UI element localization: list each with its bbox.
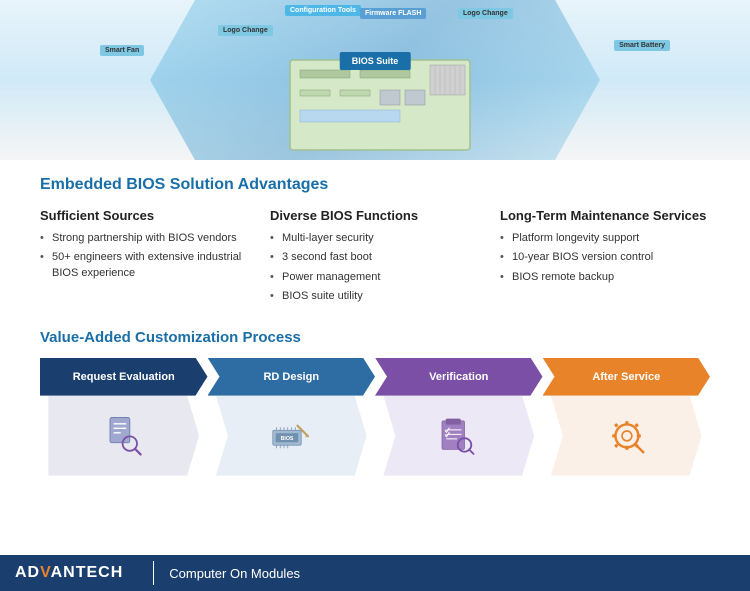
col-diverse-bios-title: Diverse BIOS Functions — [270, 208, 480, 223]
list-item: Power management — [270, 270, 480, 285]
step-after-icon — [551, 396, 702, 476]
step-request-icon — [48, 396, 199, 476]
list-item: Multi-layer security — [270, 231, 480, 246]
col-sufficient-sources-title: Sufficient Sources — [40, 208, 250, 223]
step-rd-header: RD Design — [208, 358, 376, 396]
col-long-term-list: Platform longevity support 10-year BIOS … — [500, 231, 710, 285]
process-steps: Request Evaluation RD Design — [40, 358, 710, 476]
step-rd-icon: BIOS — [216, 396, 367, 476]
list-item: Platform longevity support — [500, 231, 710, 246]
advantages-row: Sufficient Sources Strong partnership wi… — [40, 208, 710, 309]
request-evaluation-icon — [101, 413, 146, 458]
logo-change-right-label: Logo Change — [458, 8, 513, 19]
list-item: BIOS suite utility — [270, 289, 480, 304]
after-service-icon — [604, 413, 649, 458]
footer-logo-text: ADVANTECH — [15, 564, 123, 582]
step-verification: Verification — [375, 358, 543, 476]
process-section: Value-Added Customization Process Reques… — [40, 329, 710, 476]
firmware-flash-label: Firmware FLASH — [360, 8, 426, 19]
footer-subtitle: Computer On Modules — [169, 566, 300, 581]
rd-design-icon: BIOS — [269, 413, 314, 458]
footer-logo: ADVANTECH — [0, 555, 138, 591]
advantages-section-title: Embedded BIOS Solution Advantages — [40, 176, 710, 194]
svg-text:BIOS: BIOS — [280, 436, 293, 442]
logo-change-left-label: Logo Change — [218, 25, 273, 36]
col-long-term: Long-Term Maintenance Services Platform … — [500, 208, 710, 309]
col-sufficient-sources: Sufficient Sources Strong partnership wi… — [40, 208, 250, 309]
top-diagram: Smart Fan Logo Change Configuration Tool… — [0, 0, 750, 160]
col-long-term-title: Long-Term Maintenance Services — [500, 208, 710, 223]
step-after-header: After Service — [543, 358, 711, 396]
list-item: Strong partnership with BIOS vendors — [40, 231, 250, 246]
step-rd: RD Design BIOS — [208, 358, 376, 476]
config-tools-label: Configuration Tools — [285, 5, 361, 16]
process-title: Value-Added Customization Process — [40, 329, 710, 346]
footer: ADVANTECH Computer On Modules — [0, 555, 750, 591]
list-item: BIOS remote backup — [500, 270, 710, 285]
step-verification-icon — [383, 396, 534, 476]
smart-battery-label: Smart Battery — [614, 40, 670, 51]
step-after: After Service — [543, 358, 711, 476]
step-verification-header: Verification — [375, 358, 543, 396]
step-request-header: Request Evaluation — [40, 358, 208, 396]
main-content: Embedded BIOS Solution Advantages Suffic… — [0, 160, 750, 486]
footer-divider — [153, 561, 154, 585]
step-request: Request Evaluation — [40, 358, 208, 476]
list-item: 50+ engineers with extensive industrial … — [40, 250, 250, 281]
list-item: 3 second fast boot — [270, 250, 480, 265]
col-diverse-bios-list: Multi-layer security 3 second fast boot … — [270, 231, 480, 305]
list-item: 10-year BIOS version control — [500, 250, 710, 265]
verification-icon — [436, 413, 481, 458]
col-sufficient-sources-list: Strong partnership with BIOS vendors 50+… — [40, 231, 250, 281]
logo-highlight: V — [40, 564, 50, 581]
col-diverse-bios: Diverse BIOS Functions Multi-layer secur… — [270, 208, 480, 309]
bios-suite-label: BIOS Suite — [340, 52, 411, 70]
smart-fan-label: Smart Fan — [100, 45, 144, 56]
